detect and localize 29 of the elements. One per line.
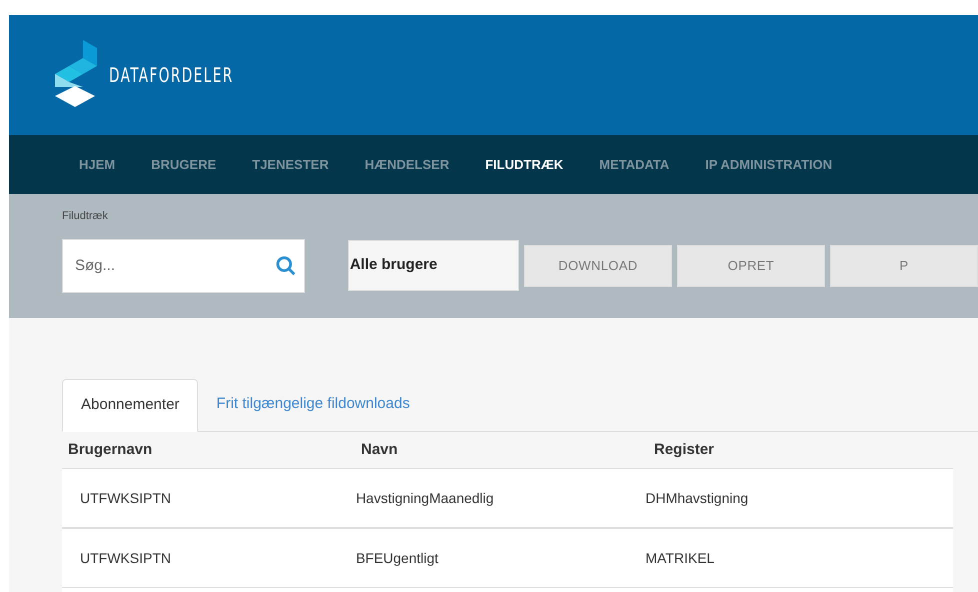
nav-link[interactable]: IP ADMINISTRATION <box>705 154 832 174</box>
breadcrumb: Filudtræk <box>62 209 109 224</box>
tab[interactable]: Abonnementer <box>62 379 198 432</box>
column-header: Brugernavn <box>68 440 154 460</box>
table-row[interactable]: UTFWKSIPTN HavstigningMaanedlig DHMhavstigning <box>62 468 953 528</box>
table-cell-text: BFEUgentligt <box>356 548 440 568</box>
action-button[interactable]: DOWNLOAD <box>524 244 672 286</box>
table-row[interactable]: UTFWKSIPTN BFEUgentligt MATRIKEL <box>62 528 953 588</box>
logo-icon <box>55 40 97 110</box>
search-icon[interactable] <box>274 254 297 276</box>
table-cell-text: MATRIKEL <box>645 548 716 568</box>
search-field[interactable]: Søg... <box>62 238 305 292</box>
nav-link[interactable]: TJENESTER <box>252 154 329 174</box>
table-cell-text: DHMhavstigning <box>645 488 750 508</box>
user-select[interactable]: Alle brugere <box>348 240 519 291</box>
nav-link[interactable]: METADATA <box>599 154 670 174</box>
column-header: Register <box>654 440 716 460</box>
action-button[interactable]: P <box>830 244 978 286</box>
nav-link[interactable]: BRUGERE <box>151 154 216 174</box>
logo-text: DATAFORDELER <box>109 62 234 89</box>
column-header: Navn <box>361 440 399 460</box>
action-button[interactable]: OPRET <box>677 244 825 286</box>
nav-link[interactable]: HJEM <box>79 154 116 174</box>
table-cell-text: HavstigningMaanedlig <box>356 488 495 508</box>
nav-link[interactable]: HÆNDELSER <box>364 154 450 174</box>
tab[interactable]: Frit tilgængelige fildownloads <box>198 378 428 431</box>
table-cell-text: UTFWKSIPTN <box>80 548 172 568</box>
nav-link[interactable]: FILUDTRÆK <box>485 154 564 174</box>
table-cell-text: UTFWKSIPTN <box>80 488 172 508</box>
